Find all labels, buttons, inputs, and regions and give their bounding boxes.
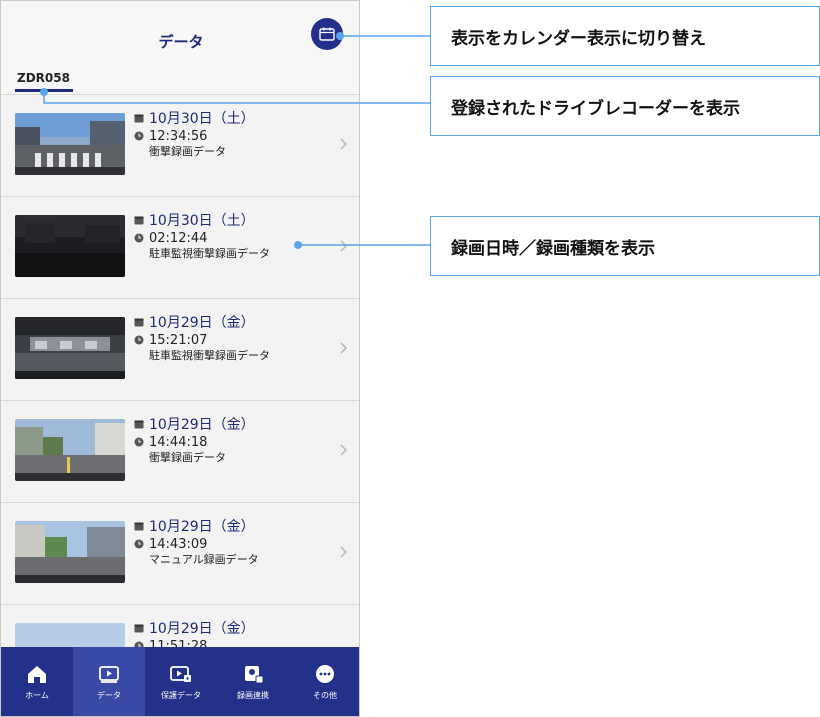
clock-icon (134, 539, 144, 549)
page-title: データ (158, 33, 204, 51)
chevron-right-icon (340, 444, 348, 456)
callout-recorder: 登録されたドライブレコーダーを表示 (430, 76, 820, 136)
record-row[interactable]: 10月29日（金） 14:43:09 マニュアル録画データ (1, 503, 359, 605)
nav-label: その他 (313, 691, 337, 700)
record-info: 10月29日（金） 14:43:09 マニュアル録画データ (134, 517, 259, 567)
chevron-right-icon (340, 342, 348, 354)
nav-label: データ (97, 691, 121, 700)
clock-icon (134, 335, 144, 345)
record-kind: 衝撃録画データ (149, 451, 226, 464)
home-icon (28, 666, 46, 683)
record-time: 15:21:07 (149, 332, 208, 348)
record-thumbnail (15, 317, 125, 379)
record-date: 10月29日（金） (149, 621, 255, 637)
callout-calendar: 表示をカレンダー表示に切り替え (430, 6, 820, 66)
record-time: 02:12:44 (149, 230, 208, 246)
nav-item-home[interactable]: ホーム (1, 647, 73, 716)
chevron-right-icon (340, 546, 348, 558)
record-row[interactable]: 10月29日（金） 14:44:18 衝撃録画データ (1, 401, 359, 503)
recording-link-icon (245, 666, 264, 684)
phone-screen: データ ZDR058 10月30日（土） 12:34:56 衝撃録画データ 10月30… (0, 0, 360, 717)
nav-item-recording-link[interactable]: 録画連携 (217, 647, 289, 716)
nav-item-video[interactable]: データ (73, 647, 145, 716)
record-time: 12:34:56 (149, 128, 208, 144)
record-time: 14:43:09 (149, 536, 208, 552)
protected-video-icon (170, 666, 191, 682)
record-kind: マニュアル録画データ (149, 553, 259, 566)
calendar-small-icon (134, 216, 144, 225)
chevron-right-icon (340, 138, 348, 150)
record-time: 11:51:28 (149, 638, 208, 648)
record-date: 10月29日（金） (149, 315, 255, 331)
record-row[interactable]: 10月30日（土） 02:12:44 駐車監視衝撃録画データ (1, 197, 359, 299)
record-time: 14:44:18 (149, 434, 208, 450)
calendar-small-icon (134, 522, 144, 531)
record-thumbnail (15, 623, 125, 647)
screen: データ ZDR058 10月30日（土） 12:34:56 衝撃録画データ 10月30… (0, 0, 820, 717)
record-thumbnail (15, 113, 125, 175)
calendar-small-icon (134, 114, 144, 123)
app-header: データ ZDR058 (1, 1, 359, 95)
record-info: 10月29日（金） 14:44:18 衝撃録画データ (134, 415, 255, 465)
record-list: 10月30日（土） 12:34:56 衝撃録画データ 10月30日（土） 02:12:4… (1, 95, 359, 647)
calendar-small-icon (134, 624, 144, 633)
nav-label: ホーム (25, 691, 49, 700)
record-date: 10月29日（金） (149, 519, 255, 535)
record-kind: 駐車監視衝撃録画データ (149, 349, 270, 362)
nav-label: 保護データ (161, 691, 201, 700)
calendar-toggle-button[interactable] (311, 18, 343, 50)
record-row[interactable]: 10月29日（金） 15:21:07 駐車監視衝撃録画データ (1, 299, 359, 401)
record-thumbnail (15, 419, 125, 481)
device-tab-zdr058[interactable]: ZDR058 (15, 71, 73, 92)
calendar-small-icon (134, 420, 144, 429)
record-date: 10月30日（土） (149, 213, 255, 229)
record-info: 10月29日（金） 15:21:07 駐車監視衝撃録画データ (134, 313, 270, 363)
video-icon (99, 666, 119, 683)
record-thumbnail (15, 521, 125, 583)
calendar-small-icon (134, 318, 144, 327)
record-info: 10月30日（土） 02:12:44 駐車監視衝撃録画データ (134, 211, 270, 261)
clock-icon (134, 131, 144, 141)
record-date: 10月29日（金） (149, 417, 255, 433)
chevron-right-icon (340, 240, 348, 252)
clock-icon (134, 437, 144, 447)
callout-datetime: 録画日時／録画種類を表示 (430, 216, 820, 276)
record-row[interactable]: 10月30日（土） 12:34:56 衝撃録画データ (1, 95, 359, 197)
bottom-nav: ホーム データ 保護データ 録画連携 その他 (1, 647, 359, 716)
record-info: 10月29日（金） 11:51:28 (134, 619, 255, 647)
record-kind: 衝撃録画データ (149, 145, 226, 158)
record-info: 10月30日（土） 12:34:56 衝撃録画データ (134, 109, 255, 159)
record-kind: 駐車監視衝撃録画データ (149, 247, 270, 260)
record-row[interactable]: 10月29日（金） 11:51:28 (1, 605, 359, 647)
calendar-icon (319, 27, 335, 41)
record-date: 10月30日（土） (149, 111, 255, 127)
nav-item-more[interactable]: その他 (289, 647, 359, 716)
more-icon (316, 665, 334, 683)
nav-label: 録画連携 (237, 691, 269, 700)
record-thumbnail (15, 215, 125, 277)
nav-item-protected-video[interactable]: 保護データ (145, 647, 217, 716)
clock-icon (134, 233, 144, 243)
